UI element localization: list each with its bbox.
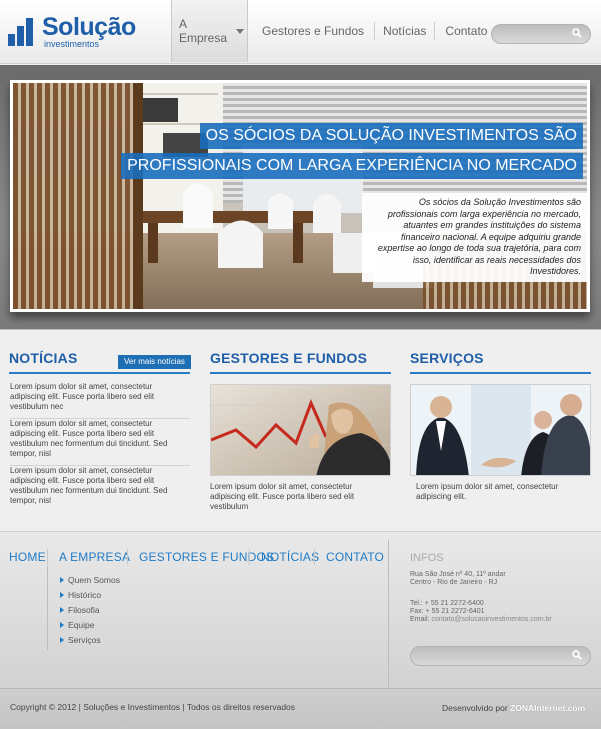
nav-item-gestores-e-fundos[interactable]: Gestores e Fundos xyxy=(248,0,374,62)
submenu-item-equipe[interactable]: Equipe xyxy=(60,620,94,630)
submenu-item-filosofia[interactable]: Filosofia xyxy=(60,605,100,615)
submenu-item-quem-somos[interactable]: Quem Somos xyxy=(60,575,120,585)
hero-title-line2: PROFISSIONAIS COM LARGA EXPERIÊNCIA NO M… xyxy=(121,153,583,179)
search-icon[interactable] xyxy=(572,650,582,660)
submenu-label: Quem Somos xyxy=(68,575,120,585)
footer-info-divider xyxy=(388,540,389,688)
funds-chart-image[interactable] xyxy=(210,384,391,476)
logo-bars-icon xyxy=(8,18,38,46)
logo-subtitle: investimentos xyxy=(44,39,100,49)
services-handshake-image[interactable] xyxy=(410,384,591,476)
footer-nav-noticias[interactable]: NOTÍCIAS xyxy=(261,550,319,564)
dev-link[interactable]: ZONAInternet.com xyxy=(510,703,585,713)
address-line1: Rua São José nº 40, 11º andar xyxy=(410,571,506,578)
fax: Fax: + 55 21 2272-6401 xyxy=(410,608,485,615)
phone: Tel.: + 55 21 2272-6400 xyxy=(410,600,484,607)
caret-right-icon xyxy=(60,637,64,643)
nav-item-noticias[interactable]: Notícias xyxy=(375,0,434,62)
nav-label: A Empresa xyxy=(179,17,228,45)
submenu-item-historico[interactable]: Histórico xyxy=(60,590,101,600)
more-news-button[interactable]: Ver mais notícias xyxy=(118,355,191,369)
submenu-label: Histórico xyxy=(68,590,102,600)
submenu-label: Filosofia xyxy=(68,605,100,615)
footer-nav-divider xyxy=(314,549,315,565)
main-nav: A Empresa Gestores e Fundos Notícias Con… xyxy=(171,0,494,62)
footer-nav-home[interactable]: HOME xyxy=(9,550,46,564)
footer-nav-gestores-e-fundos[interactable]: GESTORES E FUNDOS xyxy=(139,550,274,564)
caret-right-icon xyxy=(60,592,64,598)
email-row: Email: contato@solucaoinvestimentos.com.… xyxy=(410,616,552,624)
funds-text: Lorem ipsum dolor sit amet, consectetur … xyxy=(210,482,355,511)
info-title: INFOS xyxy=(410,552,444,564)
footer-nav-divider xyxy=(127,549,128,565)
hero-office-image: OS SÓCIOS DA SOLUÇÃO INVESTIMENTOS SÃO P… xyxy=(10,80,590,312)
address-line2: Centro - Rio de Janeiro - RJ xyxy=(410,579,498,586)
logo[interactable]: Solução investimentos xyxy=(8,14,143,50)
funds-title: GESTORES E FUNDOS xyxy=(210,350,368,366)
dev-label: Desenvolvido por xyxy=(442,703,508,713)
services-text: Lorem ipsum dolor sit amet, consectetur … xyxy=(416,482,559,501)
news-title: NOTÍCIAS xyxy=(9,350,78,366)
footer-nav-divider xyxy=(249,549,250,565)
footer-nav-divider xyxy=(47,549,48,565)
news-item[interactable]: Lorem ipsum dolor sit amet, consectetur … xyxy=(10,382,190,419)
email-label: Email: xyxy=(410,616,430,623)
services-title-underline xyxy=(410,372,591,374)
search-icon[interactable] xyxy=(572,28,582,38)
services-title: SERVIÇOS xyxy=(410,350,484,366)
news-item[interactable]: Lorem ipsum dolor sit amet, consectetur … xyxy=(10,419,190,466)
search-input[interactable] xyxy=(491,24,591,44)
submenu-item-servicos[interactable]: Serviços xyxy=(60,635,101,645)
hero-description: Os sócios da Solução Investimentos são p… xyxy=(362,193,587,282)
footer-search-input[interactable] xyxy=(410,646,591,666)
footer-submenu-divider xyxy=(47,566,48,650)
news-title-underline xyxy=(9,372,190,374)
caret-right-icon xyxy=(60,622,64,628)
hero-title-line1: OS SÓCIOS DA SOLUÇÃO INVESTIMENTOS SÃO xyxy=(199,123,583,149)
footer-nav-a-empresa[interactable]: A EMPRESA xyxy=(59,550,130,564)
news-item[interactable]: Lorem ipsum dolor sit amet, consectetur … xyxy=(10,466,190,512)
caret-right-icon xyxy=(60,607,64,613)
nav-label: Contato xyxy=(445,24,488,38)
footer-nav-contato[interactable]: CONTATO xyxy=(326,550,384,564)
developer-credit: Desenvolvido por ZONAInternet.com xyxy=(442,703,585,713)
submenu-label: Equipe xyxy=(68,620,95,630)
copyright: Copyright © 2012 | Soluções e Investimen… xyxy=(10,702,296,712)
nav-label: Notícias xyxy=(383,24,427,38)
nav-item-a-empresa[interactable]: A Empresa xyxy=(171,0,248,62)
chevron-down-icon xyxy=(236,28,245,34)
submenu-label: Serviços xyxy=(68,635,101,645)
logo-name: Solução xyxy=(42,13,136,41)
nav-item-contato[interactable]: Contato xyxy=(435,0,494,62)
funds-title-underline xyxy=(210,372,391,374)
caret-right-icon xyxy=(60,577,64,583)
email-link[interactable]: contato@solucaoinvestimentos.com.br xyxy=(431,616,551,623)
nav-label: Gestores e Fundos xyxy=(262,24,365,38)
